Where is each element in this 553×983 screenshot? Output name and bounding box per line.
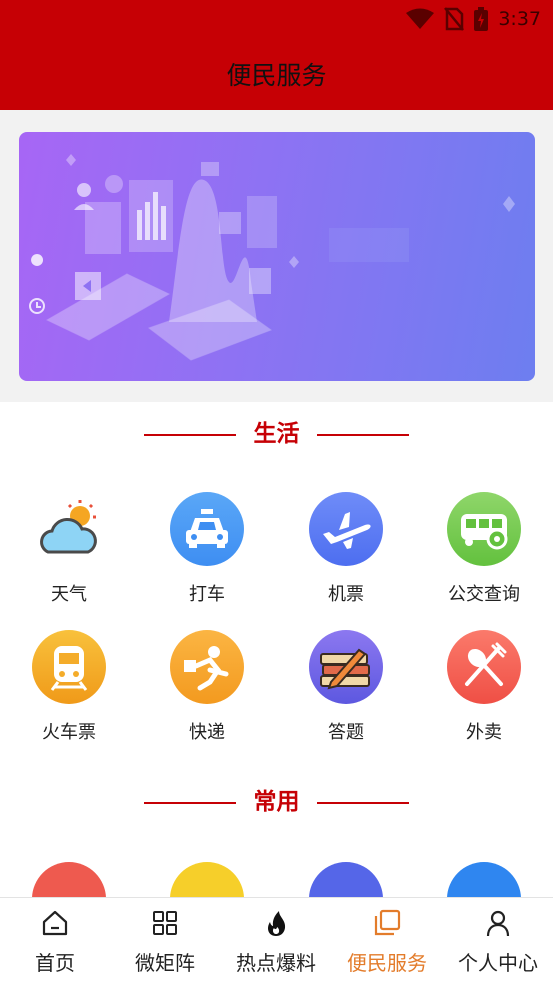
nav-label: 热点爆料 <box>236 951 316 975</box>
nav-services[interactable]: 便民服务 <box>332 898 442 983</box>
grid-icon <box>153 911 177 935</box>
train-icon <box>32 630 106 704</box>
service-label: 火车票 <box>42 722 96 743</box>
page-title: 便民服务 <box>226 61 327 90</box>
fire-icon <box>268 911 286 936</box>
common-service-icon[interactable] <box>309 862 383 897</box>
quiz-books-icon <box>309 630 383 704</box>
section-title: 常用 <box>253 789 300 815</box>
nav-label: 个人中心 <box>458 951 538 975</box>
service-train[interactable]: 火车票 <box>9 630 129 750</box>
taxi-icon <box>170 492 244 566</box>
courier-icon <box>170 630 244 704</box>
service-courier[interactable]: 快递 <box>147 630 267 750</box>
status-bar: 3:37 <box>406 6 541 32</box>
nav-home[interactable]: 首页 <box>0 898 110 983</box>
service-label: 答题 <box>328 722 364 743</box>
service-label: 公交查询 <box>448 584 520 605</box>
service-food[interactable]: 外卖 <box>424 630 544 750</box>
airplane-icon <box>309 492 383 566</box>
service-label: 打车 <box>189 584 225 605</box>
nav-hot-news[interactable]: 热点爆料 <box>221 898 331 983</box>
service-flight[interactable]: 机票 <box>286 492 406 612</box>
no-sim-icon <box>444 7 465 31</box>
nav-profile[interactable]: 个人中心 <box>443 898 553 983</box>
common-service-icon[interactable] <box>170 862 244 897</box>
banner-image[interactable] <box>19 132 535 381</box>
service-quiz[interactable]: 答题 <box>286 630 406 750</box>
divider-line <box>317 802 409 804</box>
service-taxi[interactable]: 打车 <box>147 492 267 612</box>
common-service-icon[interactable] <box>32 862 106 897</box>
nav-label: 微矩阵 <box>135 951 195 975</box>
app-header: 3:37 便民服务 <box>0 0 553 110</box>
service-label: 外卖 <box>466 722 502 743</box>
nav-matrix[interactable]: 微矩阵 <box>110 898 220 983</box>
food-delivery-icon <box>447 630 521 704</box>
wifi-icon <box>406 8 435 29</box>
services-panel: 生活 天气 打车 机票 公交查询 火车票 快递 答题 外卖 常用 <box>0 402 553 897</box>
banner-area <box>0 110 553 402</box>
home-icon <box>42 910 68 936</box>
nav-label: 首页 <box>35 951 75 975</box>
service-label: 快递 <box>189 722 225 743</box>
banner-illustration <box>29 154 515 361</box>
battery-charging-icon <box>474 7 489 31</box>
service-icon <box>374 909 401 936</box>
section-header-life: 生活 <box>0 419 553 449</box>
bus-icon <box>447 492 521 566</box>
service-label: 机票 <box>328 584 364 605</box>
section-header-common: 常用 <box>0 787 553 817</box>
section-title: 生活 <box>253 421 300 447</box>
nav-label: 便民服务 <box>347 951 427 975</box>
service-label: 天气 <box>51 584 87 605</box>
divider-line <box>317 434 409 436</box>
service-bus[interactable]: 公交查询 <box>424 492 544 612</box>
bottom-nav: 首页 微矩阵 热点爆料 便民服务 个人中心 <box>0 897 553 983</box>
service-weather[interactable]: 天气 <box>9 492 129 612</box>
weather-icon <box>32 492 106 566</box>
user-icon <box>486 910 510 937</box>
common-service-icon[interactable] <box>447 862 521 897</box>
status-time: 3:37 <box>498 8 541 30</box>
